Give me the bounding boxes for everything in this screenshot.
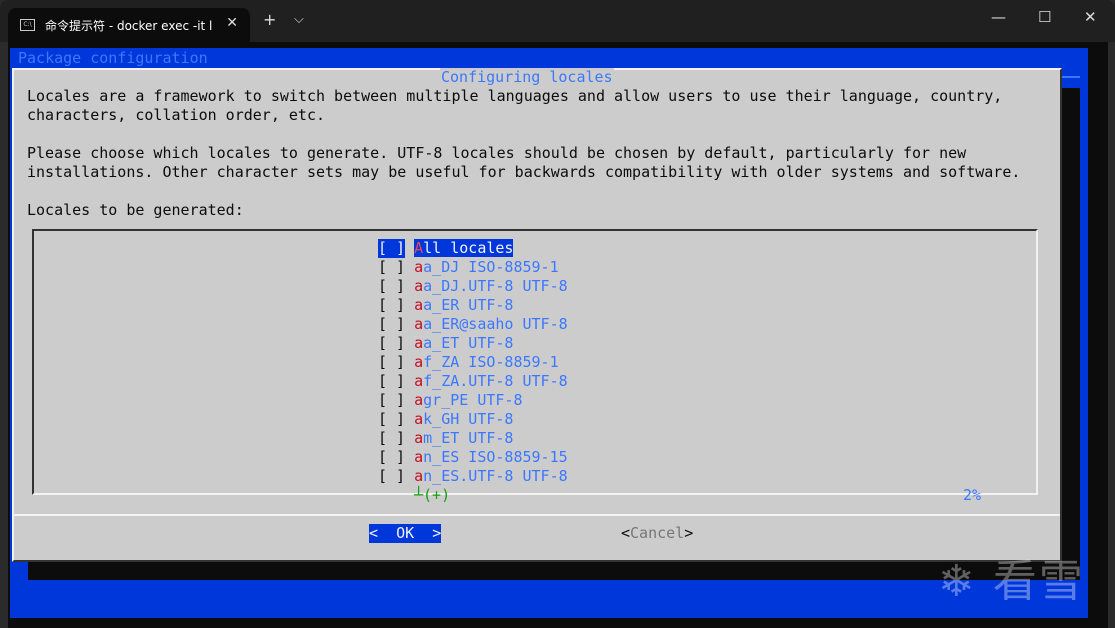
backtitle: Package configuration [18,49,208,67]
button-separator [14,514,1060,516]
hotkey-letter: a [414,277,424,295]
checkbox[interactable]: [ ] [378,410,405,429]
dialog-text-line: Please choose which locales to generate.… [27,144,967,162]
checkbox[interactable]: [ ] [378,353,405,372]
locale-item[interactable]: [ ] af_ZA.UTF-8 UTF-8 [378,372,568,391]
hotkey-letter: a [414,467,424,485]
hotkey-letter: a [414,429,424,447]
checkbox[interactable]: [ ] [378,372,405,391]
locale-name: ll locales [423,239,514,257]
hotkey-letter: a [414,334,424,352]
locale-name: a_ER@saaho UTF-8 [423,315,568,333]
locale-item[interactable]: [ ] am_ET UTF-8 [378,429,513,448]
checkbox[interactable]: [ ] [378,448,405,467]
locale-name: a_DJ ISO-8859-1 [423,258,559,276]
ok-button[interactable]: < OK > [369,524,442,543]
scroll-percent: 2% [963,486,982,504]
checkbox[interactable]: [ ] [378,467,405,486]
dialog-text-line: Locales to be generated: [27,201,244,219]
maximize-button[interactable]: ☐ [1038,8,1051,26]
hotkey-letter: a [414,353,424,371]
title-bar: C:\ 命令提示符 - docker exec -it l ✕ + ⌵ — ☐ … [0,0,1115,42]
cancel-button[interactable]: <Cancel> [621,524,693,543]
hotkey-letter: a [414,315,424,333]
dialog-text-line: characters, collation order, etc. [27,106,326,124]
checkbox[interactable]: [ ] [378,239,406,258]
locale-name: gr_PE UTF-8 [423,391,523,409]
tab-title: 命令提示符 - docker exec -it l [45,18,213,33]
backtitle-line [1062,76,1080,78]
hotkey-letter: a [414,296,424,314]
minimize-button[interactable]: — [991,8,1006,26]
dialog-text-line: installations. Other character sets may … [27,163,1021,181]
dialog-title: Configuring locales [440,68,614,87]
locale-item[interactable]: [ ] aa_ER@saaho UTF-8 [378,315,568,334]
tab-close-icon[interactable]: ✕ [226,15,238,31]
locale-name: m_ET UTF-8 [423,429,514,447]
locale-item[interactable]: [ ] ak_GH UTF-8 [378,410,513,429]
close-button[interactable]: ✕ [1084,8,1097,26]
locale-item[interactable]: [ ] aa_ER UTF-8 [378,296,513,315]
locale-item[interactable]: [ ] All locales [378,239,514,258]
locale-item[interactable]: [ ] aa_DJ ISO-8859-1 [378,258,559,277]
watermark-logo: ❄ 看雪 [938,556,1085,607]
locale-item[interactable]: [ ] an_ES.UTF-8 UTF-8 [378,467,568,486]
locale-name: n_ES.UTF-8 UTF-8 [423,467,568,485]
locale-name: a_ET UTF-8 [423,334,514,352]
hotkey-letter: a [414,391,424,409]
checkbox[interactable]: [ ] [378,391,405,410]
hotkey-letter: a [414,448,424,466]
locale-name: n_ES ISO-8859-15 [423,448,568,466]
tab-dropdown-button[interactable]: ⌵ [294,12,304,27]
locale-item[interactable]: [ ] aa_DJ.UTF-8 UTF-8 [378,277,568,296]
checkbox[interactable]: [ ] [378,429,405,448]
new-tab-button[interactable]: + [263,10,276,29]
locale-item[interactable]: [ ] agr_PE UTF-8 [378,391,523,410]
locale-name: f_ZA ISO-8859-1 [423,353,559,371]
hotkey-letter: a [414,258,424,276]
terminal-icon: C:\ [20,19,35,31]
hotkey-letter: A [414,239,424,257]
checkbox[interactable]: [ ] [378,296,405,315]
locale-name: f_ZA.UTF-8 UTF-8 [423,372,568,390]
dialog-text-line: Locales are a framework to switch betwee… [27,87,1003,105]
hotkey-letter: a [414,372,424,390]
locale-name: a_DJ.UTF-8 UTF-8 [423,277,568,295]
checkbox[interactable]: [ ] [378,277,405,296]
tab-terminal[interactable]: C:\ 命令提示符 - docker exec -it l ✕ [8,8,250,42]
hotkey-letter: a [414,410,424,428]
checkbox[interactable]: [ ] [378,334,405,353]
locale-name: k_GH UTF-8 [423,410,514,428]
locale-item[interactable]: [ ] aa_ET UTF-8 [378,334,513,353]
locale-item[interactable]: [ ] an_ES ISO-8859-15 [378,448,568,467]
locale-name: a_ER UTF-8 [423,296,514,314]
checkbox[interactable]: [ ] [378,258,405,277]
cancel-label: Cancel [630,524,685,542]
more-indicator: ┴(+) [414,486,451,504]
locale-item[interactable]: [ ] af_ZA ISO-8859-1 [378,353,559,372]
checkbox[interactable]: [ ] [378,315,405,334]
